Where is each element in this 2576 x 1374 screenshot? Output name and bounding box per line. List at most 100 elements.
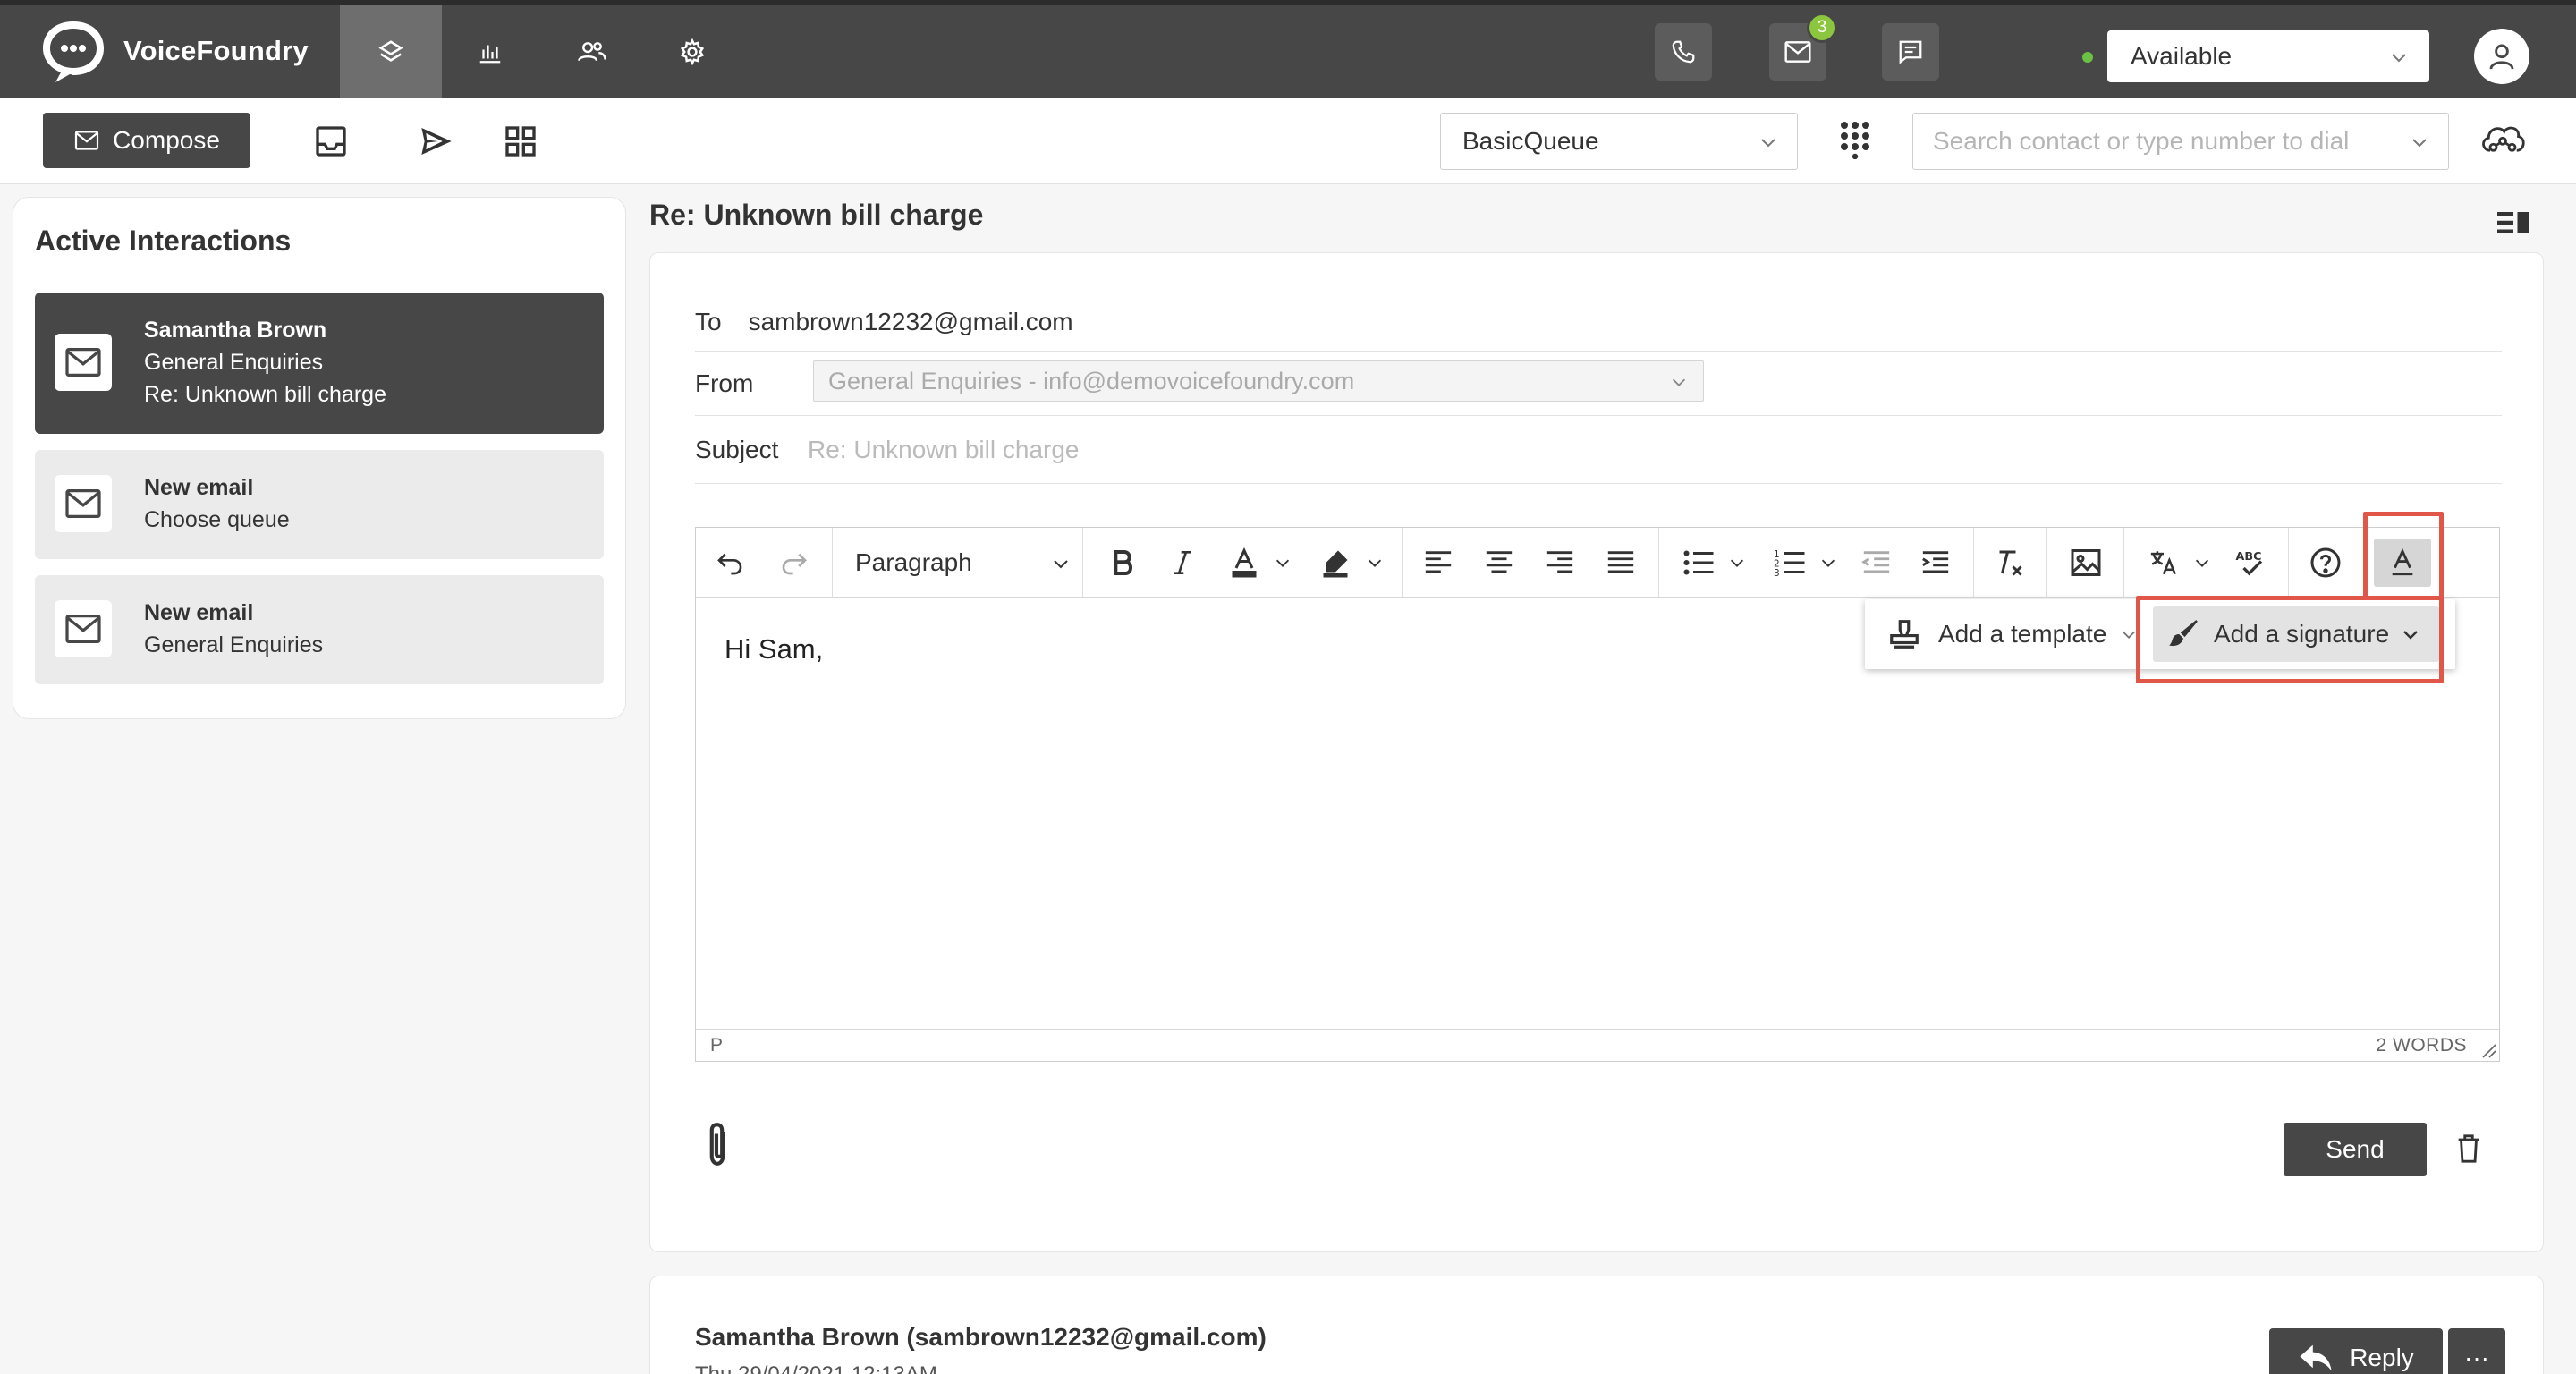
bold-icon: [1114, 550, 1133, 575]
to-label: To: [695, 307, 722, 335]
add-template-label: Add a template: [1938, 620, 2107, 648]
email-compose-card: To sambrown12232@gmail.com From General …: [649, 252, 2544, 1252]
message-sender: Samantha Brown (sambrown12232@gmail.com): [695, 1323, 1267, 1351]
help-icon: [2310, 547, 2341, 578]
undo-button[interactable]: [710, 539, 750, 587]
user-icon: [2489, 44, 2514, 70]
resize-handle-icon[interactable]: [2479, 1041, 2497, 1059]
translate-button[interactable]: [2140, 539, 2220, 587]
align-center-button[interactable]: [1479, 539, 1519, 587]
chat-button[interactable]: [1882, 23, 1939, 81]
phone-icon: [1672, 40, 1695, 64]
envelope-icon: [65, 347, 101, 377]
inbox-button[interactable]: [306, 116, 356, 166]
more-actions-button[interactable]: ···: [2448, 1328, 2505, 1374]
chevron-down-icon: [1275, 559, 1290, 567]
spellcheck-button[interactable]: ABC: [2231, 539, 2270, 587]
help-button[interactable]: [2306, 539, 2345, 587]
queue-name: General Enquiries: [144, 632, 324, 657]
align-justify-icon: [1607, 551, 1634, 573]
dial-search-input[interactable]: Search contact or type number to dial: [1912, 113, 2449, 170]
cloud-network-icon: [2482, 126, 2525, 152]
element-path[interactable]: P: [710, 1035, 723, 1056]
email-title: Re: Unknown bill charge: [649, 199, 984, 231]
clear-formatting-button[interactable]: [1989, 539, 2029, 587]
highlight-color-button[interactable]: [1311, 539, 1392, 587]
align-left-button[interactable]: [1419, 539, 1458, 587]
chevron-down-icon: [1821, 559, 1835, 567]
paperclip-icon: [709, 1123, 725, 1166]
send-button[interactable]: Send: [2284, 1123, 2427, 1176]
numbered-list-button[interactable]: 123: [1766, 539, 1846, 587]
nav-tab-settings[interactable]: [641, 5, 743, 98]
agent-status-select[interactable]: Available: [2107, 30, 2429, 82]
compose-button[interactable]: Compose: [43, 113, 250, 168]
interaction-details: New email Choose queue: [144, 471, 290, 536]
italic-button[interactable]: [1163, 539, 1202, 587]
nav-tab-reports[interactable]: [439, 5, 541, 98]
italic-icon: [1174, 551, 1191, 574]
trash-icon: [2458, 1134, 2479, 1163]
top-navbar: VoiceFoundry 3 Available: [0, 0, 2576, 98]
email-channel-button[interactable]: 3: [1769, 13, 1837, 81]
redo-icon: [782, 553, 807, 575]
interaction-title: New email: [144, 600, 254, 625]
chevron-down-icon: [2412, 139, 2427, 148]
phone-button[interactable]: [1655, 23, 1712, 81]
text-color-button[interactable]: [1220, 539, 1301, 587]
justify-button[interactable]: [1601, 539, 1640, 587]
dialpad-icon: [1841, 122, 1869, 159]
queue-select[interactable]: BasicQueue: [1440, 113, 1798, 170]
interaction-item[interactable]: New email General Enquiries: [35, 575, 604, 684]
speech-bubble-logo-icon: [43, 21, 104, 82]
insert-image-button[interactable]: [2066, 539, 2106, 587]
grid-view-button[interactable]: [496, 116, 546, 166]
interaction-item[interactable]: Samantha Brown General Enquiries Re: Unk…: [35, 293, 604, 434]
queue-name: Choose queue: [144, 507, 290, 532]
interaction-details: Samantha Brown General Enquiries Re: Unk…: [144, 314, 386, 411]
reply-button[interactable]: Reply: [2269, 1328, 2443, 1374]
panel-title: Active Interactions: [35, 225, 292, 257]
nav-tab-contacts[interactable]: [541, 5, 643, 98]
add-template-menu-item[interactable]: Add a template: [1872, 606, 2144, 662]
interaction-item[interactable]: New email Choose queue: [35, 450, 604, 559]
attach-button[interactable]: [704, 1121, 731, 1169]
queue-value: BasicQueue: [1462, 127, 1599, 155]
queue-name: General Enquiries: [144, 350, 324, 375]
contact-name: Samantha Brown: [144, 318, 327, 343]
bold-button[interactable]: [1102, 539, 1141, 587]
bullet-list-button[interactable]: [1674, 539, 1755, 587]
clear-format-icon: [1999, 550, 2022, 576]
status-indicator: [2082, 52, 2093, 63]
email-item-icon: [55, 475, 112, 532]
from-select[interactable]: General Enquiries - info@demovoicefoundr…: [813, 360, 1704, 402]
from-value: General Enquiries - info@demovoicefoundr…: [828, 367, 1355, 394]
discard-button[interactable]: [2455, 1133, 2482, 1164]
redo-button[interactable]: [775, 539, 814, 587]
chat-icon: [1899, 40, 1922, 64]
gear-icon: [680, 38, 705, 65]
subject-input[interactable]: Re: Unknown bill charge: [808, 436, 1080, 464]
outdent-icon: [1861, 551, 1890, 573]
app-logo[interactable]: VoiceFoundry: [39, 18, 309, 84]
highlight-box: [2136, 596, 2444, 683]
compose-label: Compose: [113, 126, 220, 154]
editor-body[interactable]: Hi Sam,: [724, 633, 823, 666]
indent-icon: [1922, 551, 1949, 573]
interaction-details: New email General Enquiries: [144, 597, 323, 661]
block-format-select[interactable]: Paragraph: [855, 539, 1084, 587]
image-icon: [2071, 549, 2101, 576]
align-right-icon: [1546, 551, 1573, 573]
user-avatar[interactable]: [2474, 29, 2529, 84]
sent-button[interactable]: [411, 116, 462, 166]
indent-button[interactable]: [1916, 539, 1955, 587]
to-field[interactable]: sambrown12232@gmail.com: [749, 308, 1073, 336]
layout-toggle-button[interactable]: [2496, 209, 2531, 236]
nav-tab-workspace[interactable]: [340, 5, 442, 98]
bullet-list-icon: [1683, 550, 1714, 575]
outdent-button[interactable]: [1857, 539, 1896, 587]
dialpad-button[interactable]: [1830, 114, 1880, 165]
align-right-button[interactable]: [1540, 539, 1580, 587]
word-count: 2 WORDS: [2376, 1035, 2467, 1056]
cloud-connection-button[interactable]: [2478, 114, 2528, 165]
